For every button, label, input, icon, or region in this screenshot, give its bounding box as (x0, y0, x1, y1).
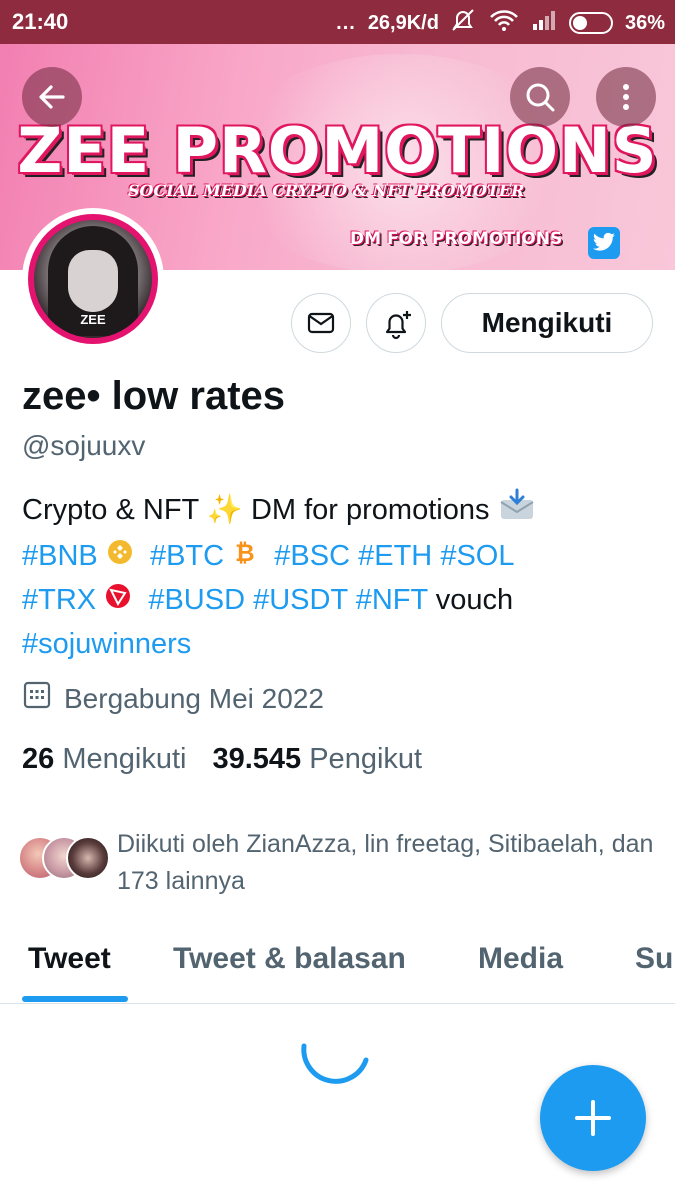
inbox-tray-icon (498, 488, 536, 535)
bitcoin-icon: ₿ (232, 536, 258, 579)
tron-icon (104, 580, 132, 623)
signal-icon (531, 9, 557, 37)
hashtag-link[interactable]: #ETH (358, 540, 432, 572)
loading-spinner-icon (300, 1038, 372, 1103)
hashtag-link[interactable]: #BUSD (148, 584, 245, 616)
status-bar: 21:40 ... 26,9K/d 36% (0, 0, 675, 44)
hashtag-link[interactable]: #TRX (22, 584, 96, 616)
bio-text: Crypto & NFT ✨ DM for promotions (22, 494, 490, 527)
user-handle: @sojuuxv (22, 430, 146, 461)
bio-line-4: #sojuwinners (22, 623, 662, 666)
svg-text:₿: ₿ (235, 539, 255, 566)
profile-avatar[interactable]: ZEE (22, 208, 164, 350)
network-speed: 26,9K/d (367, 11, 439, 34)
joined-date: Bergabung Mei 2022 (22, 680, 324, 717)
tab-tweet[interactable]: Tweet (28, 942, 111, 976)
profile-bio: Crypto & NFT ✨ DM for promotions #BNB #B… (22, 488, 662, 666)
avatar-face (68, 250, 118, 312)
follow-stats: 26 Mengikuti 39.545 Pengikut (22, 743, 422, 776)
hashtag-link[interactable]: #SOL (440, 540, 514, 572)
joined-text: Bergabung Mei 2022 (64, 682, 324, 714)
hashtag-link[interactable]: #USDT (253, 584, 348, 616)
display-name: zee• low rates (22, 374, 286, 418)
hashtag-link[interactable]: #BTC (150, 540, 224, 572)
status-more: ... (336, 11, 356, 34)
following-link[interactable]: 26 Mengikuti (22, 743, 186, 775)
tab-likes[interactable]: Su (635, 942, 673, 976)
hashtag-link[interactable]: #BNB (22, 540, 98, 572)
follower-avatars (18, 836, 110, 882)
profile-tabs: Tweet Tweet & balasan Media Su (0, 930, 675, 1004)
followers-link[interactable]: 39.545 Pengikut (212, 743, 422, 775)
status-indicators: ... 26,9K/d 36% (336, 8, 665, 38)
battery-icon (568, 12, 613, 34)
bio-line-2: #BNB #BTC ₿ #BSC #ETH #SOL (22, 535, 662, 579)
banner-subtitle: SOCIAL MEDIA CRYPTO & NFT PROMOTER (128, 181, 525, 200)
twitter-bird-icon (588, 227, 620, 259)
banner-dm-text: DM FOR PROMOTIONS (350, 229, 563, 249)
search-button[interactable] (510, 67, 570, 127)
followers-count: 39.545 (212, 743, 302, 775)
avatar-image: ZEE (34, 220, 152, 338)
following-label: Mengikuti (62, 743, 187, 775)
bnb-coin-icon (106, 536, 134, 579)
followed-by-text: Diikuti oleh ZianAzza, lin freetag, Siti… (117, 830, 654, 895)
status-time: 21:40 (12, 9, 69, 34)
wifi-icon (489, 9, 519, 37)
avatar-text: ZEE (80, 312, 106, 327)
battery-level: 36% (624, 11, 665, 34)
hashtag-link[interactable]: #BSC (274, 540, 350, 572)
compose-tweet-button[interactable] (540, 1065, 646, 1171)
bio-line-3: #TRX #BUSD #USDT #NFT vouch (22, 579, 662, 623)
avatar (66, 836, 110, 880)
hashtag-link[interactable]: #NFT (356, 584, 428, 616)
bio-suffix: vouch (435, 583, 514, 616)
mute-icon (451, 8, 477, 38)
following-button[interactable]: Mengikuti (441, 293, 653, 353)
active-tab-indicator (22, 996, 128, 1002)
back-button[interactable] (22, 67, 82, 127)
calendar-icon (22, 680, 52, 717)
followers-label: Pengikut (309, 743, 423, 775)
bio-line-1: Crypto & NFT ✨ DM for promotions (22, 488, 662, 535)
message-button[interactable] (291, 293, 351, 353)
banner-title: ZEE PROMOTIONS (17, 114, 658, 187)
hashtag-link[interactable]: #sojuwinners (22, 628, 191, 660)
tab-media[interactable]: Media (478, 942, 563, 976)
tab-tweet-replies[interactable]: Tweet & balasan (173, 942, 406, 976)
following-count: 26 (22, 743, 55, 775)
notification-button[interactable] (366, 293, 426, 353)
more-options-button[interactable] (596, 67, 656, 127)
